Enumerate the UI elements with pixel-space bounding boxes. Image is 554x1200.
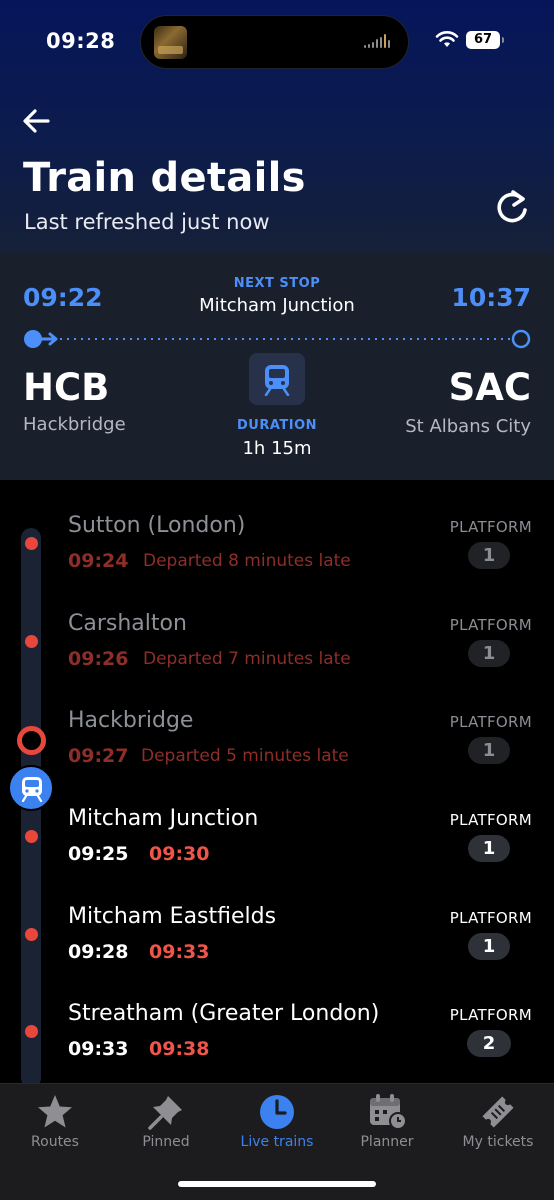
expected-time: 09:30: [149, 843, 210, 865]
platform-badge: 2: [467, 1030, 511, 1057]
battery-indicator: 67: [466, 31, 504, 49]
stop-status: Departed 5 minutes late: [141, 746, 349, 766]
arrival-time: 10:37: [451, 283, 531, 312]
scheduled-time: 09:25: [68, 843, 129, 865]
route-progress-line: [24, 329, 531, 349]
platform-label: PLATFORM: [449, 616, 532, 634]
destination-code: SAC: [448, 366, 531, 409]
last-refreshed-text: Last refreshed just now: [24, 210, 270, 234]
duration-value: 1h 15m: [242, 438, 312, 459]
tab-label: Live trains: [240, 1134, 314, 1150]
now-playing-artwork: [154, 26, 187, 59]
train-icon-box: [249, 353, 305, 405]
tab-label: Planner: [360, 1134, 414, 1150]
stop-dot: [25, 537, 38, 550]
platform-badge: 1: [468, 640, 510, 667]
tab-label: Pinned: [142, 1134, 190, 1150]
stops-list[interactable]: Sutton (London) 09:24 Departed 8 minutes…: [0, 480, 554, 1083]
page-title: Train details: [23, 155, 306, 201]
stop-name: Streatham (Greater London): [68, 1001, 380, 1026]
clock-icon: [260, 1095, 294, 1129]
stop-name: Mitcham Junction: [68, 806, 259, 831]
stop-row-sutton[interactable]: Sutton (London) 09:24 Departed 8 minutes…: [0, 508, 554, 606]
tab-planner[interactable]: Planner: [332, 1084, 442, 1164]
platform-label: PLATFORM: [449, 713, 532, 731]
dynamic-island[interactable]: [140, 15, 409, 69]
platform-label: PLATFORM: [449, 909, 532, 927]
platform-badge: 1: [468, 542, 510, 569]
stop-row-carshalton[interactable]: Carshalton 09:26 Departed 7 minutes late…: [0, 606, 554, 704]
home-indicator[interactable]: [178, 1181, 376, 1187]
stop-dot: [25, 1025, 38, 1038]
stop-time: 09:24: [68, 550, 129, 572]
tab-routes[interactable]: Routes: [0, 1084, 110, 1164]
stop-row-mitcham-junction[interactable]: Mitcham Junction 09:25 09:30 PLATFORM 1: [0, 801, 554, 899]
tab-pinned[interactable]: Pinned: [111, 1084, 221, 1164]
refresh-icon[interactable]: [492, 188, 532, 228]
platform-badge: 1: [468, 835, 510, 862]
journey-summary: 09:22 NEXT STOP Mitcham Junction 10:37 H…: [0, 253, 554, 480]
stop-time: 09:26: [68, 648, 129, 670]
status-time: 09:28: [46, 29, 116, 53]
expected-time: 09:38: [149, 1038, 210, 1060]
stop-name: Carshalton: [68, 611, 187, 636]
scheduled-time: 09:33: [68, 1038, 129, 1060]
platform-label: PLATFORM: [449, 811, 532, 829]
origin-code: HCB: [23, 366, 110, 409]
stop-status: Departed 8 minutes late: [143, 551, 351, 571]
stop-dot: [25, 830, 38, 843]
origin-ring-marker: [17, 726, 46, 755]
stop-dot: [25, 635, 38, 648]
stop-row-hackbridge[interactable]: Hackbridge 09:27 Departed 5 minutes late…: [0, 703, 554, 801]
train-icon: [21, 777, 43, 802]
tab-label: My tickets: [462, 1134, 534, 1150]
platform-badge: 1: [468, 737, 510, 764]
expected-time: 09:33: [149, 941, 210, 963]
star-icon: [38, 1095, 72, 1128]
destination-name: St Albans City: [405, 416, 531, 437]
stop-name: Mitcham Eastfields: [68, 904, 277, 929]
header: 09:28 67 Train details Last refreshed ju…: [0, 0, 554, 253]
back-arrow-icon[interactable]: [22, 108, 50, 134]
stop-row-streatham[interactable]: Streatham (Greater London) 09:33 09:38 P…: [0, 996, 554, 1083]
scheduled-time: 09:28: [68, 941, 129, 963]
tab-live-trains[interactable]: Live trains: [222, 1084, 332, 1164]
stop-name: Sutton (London): [68, 513, 246, 538]
stop-dot: [25, 928, 38, 941]
tab-my-tickets[interactable]: My tickets: [443, 1084, 553, 1164]
calendar-icon: [370, 1094, 407, 1130]
wifi-icon: [435, 31, 459, 47]
ticket-icon: [482, 1096, 514, 1128]
pin-icon: [148, 1096, 182, 1130]
tab-label: Routes: [31, 1134, 79, 1150]
platform-badge: 1: [468, 933, 510, 960]
platform-label: PLATFORM: [449, 1006, 532, 1024]
status-bar: 09:28 67: [0, 0, 554, 80]
stop-row-mitcham-eastfields[interactable]: Mitcham Eastfields 09:28 09:33 PLATFORM …: [0, 899, 554, 997]
platform-label: PLATFORM: [449, 518, 532, 536]
stop-time: 09:27: [68, 745, 129, 767]
train-icon: [264, 365, 290, 396]
audio-waveform-icon: [364, 34, 392, 52]
stop-status: Departed 7 minutes late: [143, 649, 351, 669]
stop-name: Hackbridge: [68, 708, 194, 733]
